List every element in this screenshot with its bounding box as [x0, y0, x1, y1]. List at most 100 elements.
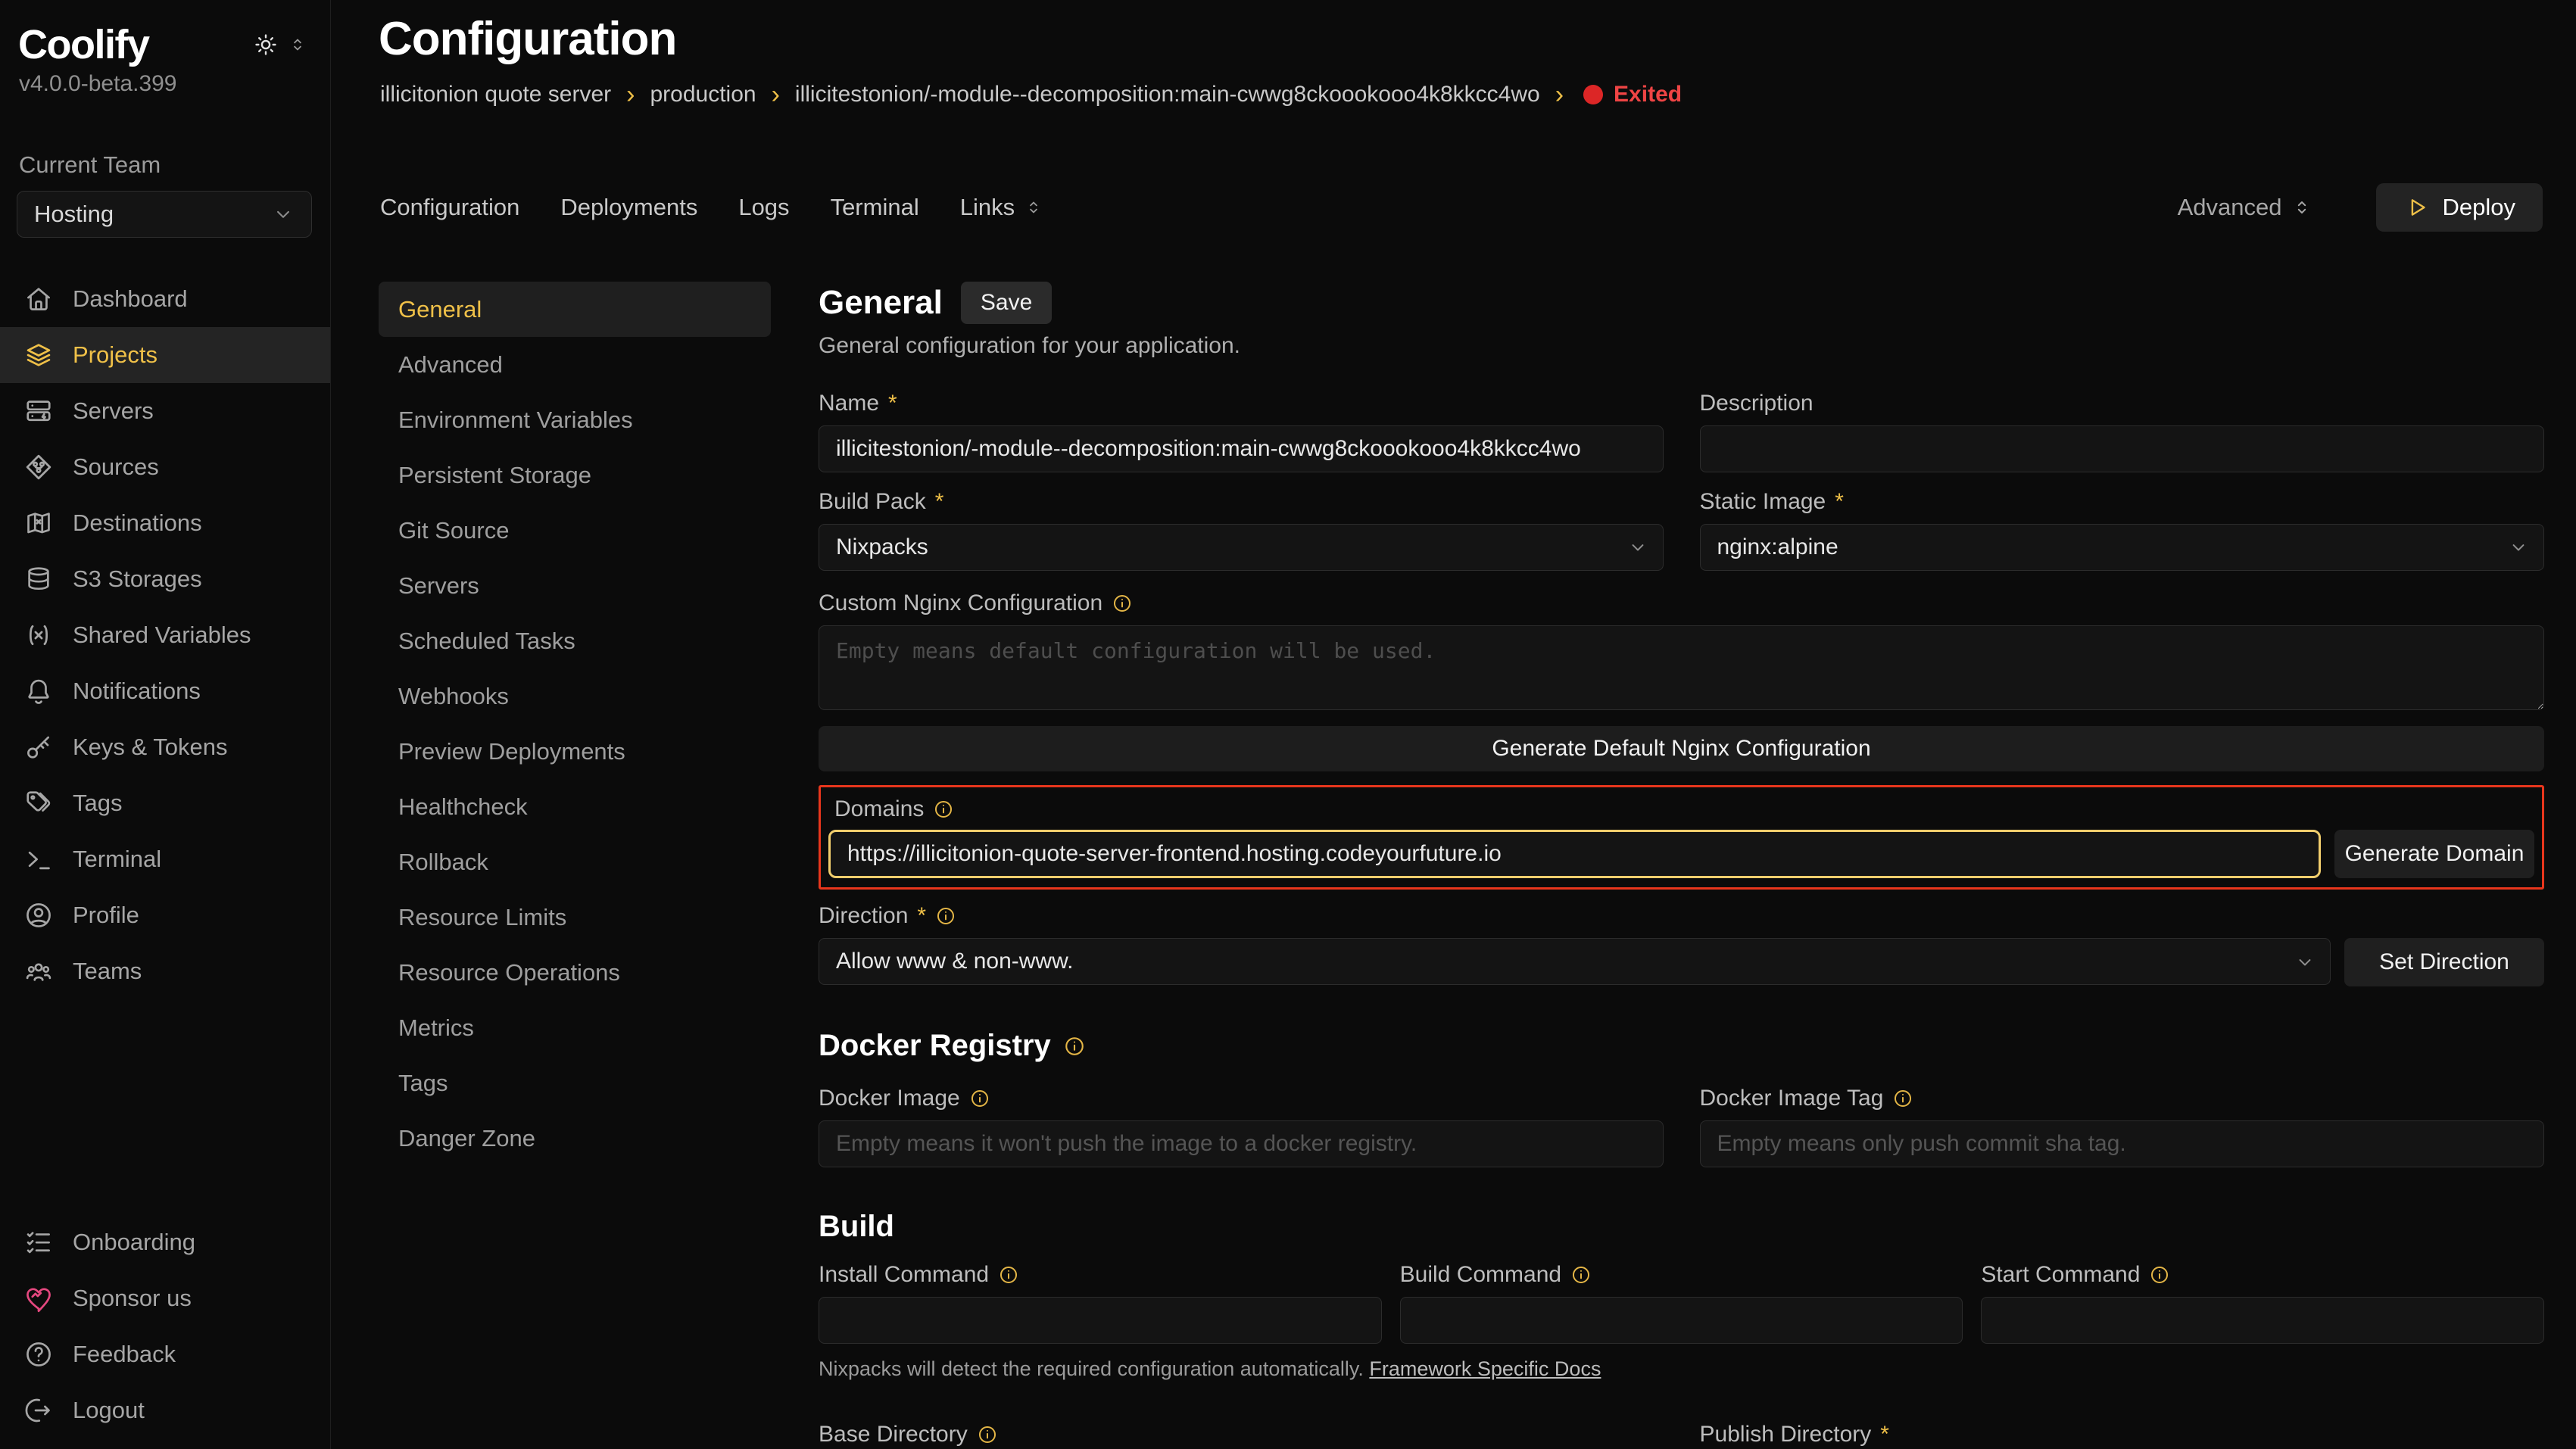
sidebar-item-projects[interactable]: Projects — [0, 327, 330, 383]
subnav-metrics[interactable]: Metrics — [379, 1000, 771, 1055]
info-icon[interactable] — [977, 1424, 998, 1445]
subnav-servers[interactable]: Servers — [379, 558, 771, 613]
domains-input[interactable] — [828, 830, 2321, 878]
static-image-select[interactable]: nginx:alpine — [1700, 524, 2545, 571]
breadcrumb-application[interactable]: illicitestonion/-module--decomposition:m… — [795, 82, 1540, 108]
info-icon[interactable] — [2149, 1264, 2170, 1285]
subnav-scheduled-tasks[interactable]: Scheduled Tasks — [379, 613, 771, 668]
subnav-environment-variables[interactable]: Environment Variables — [379, 392, 771, 447]
subnav-resource-limits[interactable]: Resource Limits — [379, 890, 771, 945]
sidebar-item-profile[interactable]: Profile — [0, 887, 330, 943]
publish-directory-label: Publish Directory — [1700, 1422, 1872, 1447]
info-icon[interactable] — [1112, 593, 1133, 614]
build-command-label: Build Command — [1400, 1262, 1561, 1288]
tab-configuration[interactable]: Configuration — [380, 194, 519, 221]
sidebar-item-notifications[interactable]: Notifications — [0, 663, 330, 719]
home-icon — [24, 285, 53, 313]
sidebar: Coolify v4.0.0-beta.399 Current Team Hos… — [0, 0, 331, 1449]
subnav-advanced[interactable]: Advanced — [379, 337, 771, 392]
set-direction-button[interactable]: Set Direction — [2344, 938, 2544, 986]
sidebar-nav: Dashboard Projects Servers Sources Desti… — [0, 271, 330, 999]
docker-image-label: Docker Image — [819, 1086, 960, 1111]
docker-image-tag-input[interactable] — [1700, 1120, 2545, 1167]
build-pack-select[interactable]: Nixpacks — [819, 524, 1664, 571]
sidebar-item-destinations[interactable]: Destinations — [0, 495, 330, 551]
config-subnav: General Advanced Environment Variables P… — [379, 282, 771, 1166]
custom-nginx-textarea[interactable] — [819, 625, 2544, 710]
subnav-tags[interactable]: Tags — [379, 1055, 771, 1111]
sidebar-item-logout[interactable]: Logout — [0, 1382, 330, 1438]
base-directory-label: Base Directory — [819, 1422, 968, 1447]
generate-domain-button[interactable]: Generate Domain — [2334, 830, 2534, 878]
breadcrumb-environment[interactable]: production — [650, 82, 756, 108]
build-pack-label: Build Pack — [819, 489, 926, 515]
play-icon — [2403, 195, 2429, 220]
key-icon — [24, 733, 53, 762]
sidebar-item-terminal[interactable]: Terminal — [0, 831, 330, 887]
sidebar-item-feedback[interactable]: Feedback — [0, 1326, 330, 1382]
generate-nginx-button[interactable]: Generate Default Nginx Configuration — [819, 726, 2544, 771]
subnav-resource-operations[interactable]: Resource Operations — [379, 945, 771, 1000]
breadcrumb: illicitonion quote server › production ›… — [380, 82, 1682, 108]
subnav-healthcheck[interactable]: Healthcheck — [379, 779, 771, 834]
required-marker: * — [935, 489, 944, 515]
subnav-git-source[interactable]: Git Source — [379, 503, 771, 558]
description-label: Description — [1700, 391, 1813, 416]
deploy-button[interactable]: Deploy — [2376, 183, 2543, 232]
install-command-input[interactable] — [819, 1297, 1382, 1344]
tab-terminal[interactable]: Terminal — [831, 194, 919, 221]
breadcrumb-project[interactable]: illicitonion quote server — [380, 82, 611, 108]
sidebar-item-s3-storages[interactable]: S3 Storages — [0, 551, 330, 607]
sidebar-footer: Onboarding Sponsor us Feedback Logout — [0, 1214, 330, 1438]
save-button[interactable]: Save — [961, 282, 1052, 324]
info-icon[interactable] — [969, 1088, 990, 1109]
sidebar-item-sponsor-us[interactable]: Sponsor us — [0, 1270, 330, 1326]
subnav-persistent-storage[interactable]: Persistent Storage — [379, 447, 771, 503]
docker-image-input[interactable] — [819, 1120, 1664, 1167]
tab-links[interactable]: Links — [960, 194, 1043, 221]
name-input[interactable] — [819, 425, 1664, 472]
sidebar-item-shared-variables[interactable]: Shared Variables — [0, 607, 330, 663]
build-command-input[interactable] — [1400, 1297, 1963, 1344]
theme-sun-icon[interactable] — [253, 32, 279, 58]
profile-icon — [24, 901, 53, 930]
framework-docs-link[interactable]: Framework Specific Docs — [1369, 1357, 1601, 1380]
direction-select[interactable]: Allow www & non-www. — [819, 938, 2331, 986]
start-command-input[interactable] — [1981, 1297, 2544, 1344]
page-title: Configuration — [379, 12, 676, 66]
tab-deployments[interactable]: Deployments — [560, 194, 697, 221]
info-icon[interactable] — [1892, 1088, 1913, 1109]
theme-updown-icon[interactable] — [288, 35, 307, 55]
sidebar-item-tags[interactable]: Tags — [0, 775, 330, 831]
sidebar-item-dashboard[interactable]: Dashboard — [0, 271, 330, 327]
subnav-rollback[interactable]: Rollback — [379, 834, 771, 890]
map-icon — [24, 509, 53, 538]
description-input[interactable] — [1700, 425, 2545, 472]
info-icon[interactable] — [998, 1264, 1019, 1285]
tab-logs[interactable]: Logs — [738, 194, 789, 221]
info-icon[interactable] — [1063, 1035, 1086, 1058]
subnav-danger-zone[interactable]: Danger Zone — [379, 1111, 771, 1166]
updown-icon — [1024, 198, 1043, 217]
team-select[interactable]: Hosting — [17, 191, 312, 238]
sidebar-item-servers[interactable]: Servers — [0, 383, 330, 439]
status-dot — [1583, 85, 1603, 104]
info-icon[interactable] — [1570, 1264, 1592, 1285]
app-logo: Coolify — [18, 21, 149, 68]
sidebar-item-keys-tokens[interactable]: Keys & Tokens — [0, 719, 330, 775]
sidebar-item-teams[interactable]: Teams — [0, 943, 330, 999]
info-icon[interactable] — [935, 905, 956, 927]
variables-icon — [24, 621, 53, 650]
database-icon — [24, 565, 53, 594]
sidebar-item-onboarding[interactable]: Onboarding — [0, 1214, 330, 1270]
tabs-bar: Configuration Deployments Logs Terminal … — [380, 180, 2543, 235]
subnav-general[interactable]: General — [379, 282, 771, 337]
sidebar-item-sources[interactable]: Sources — [0, 439, 330, 495]
advanced-menu[interactable]: Advanced — [2178, 194, 2312, 221]
updown-icon — [2291, 197, 2312, 218]
chevron-right-icon: › — [1555, 82, 1564, 108]
subnav-webhooks[interactable]: Webhooks — [379, 668, 771, 724]
info-icon[interactable] — [933, 799, 954, 820]
teams-icon — [24, 957, 53, 986]
subnav-preview-deployments[interactable]: Preview Deployments — [379, 724, 771, 779]
